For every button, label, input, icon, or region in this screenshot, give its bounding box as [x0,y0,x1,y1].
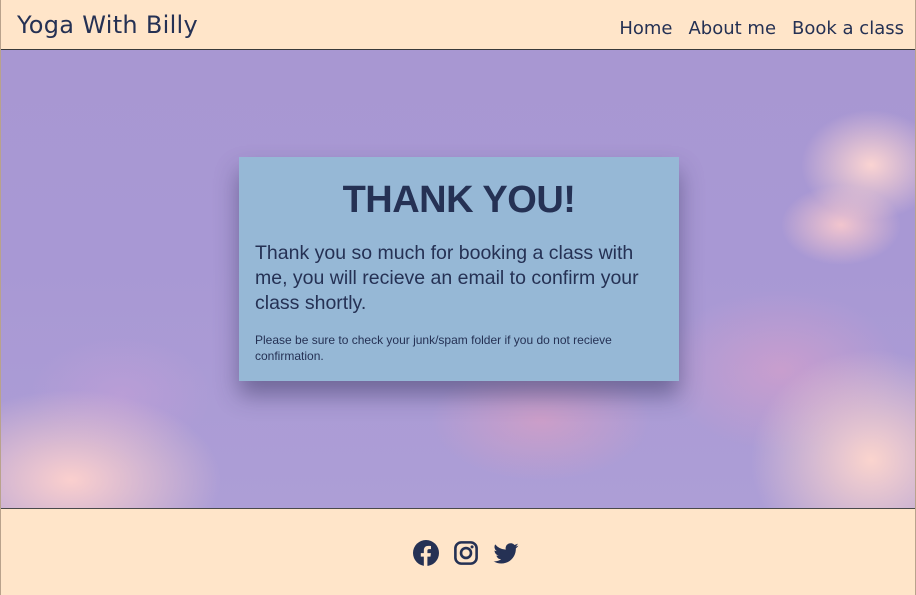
nav-about-me[interactable]: About me [688,18,776,39]
facebook-icon[interactable] [413,540,439,566]
nav-home[interactable]: Home [619,18,672,39]
twitter-icon[interactable] [493,540,519,566]
thank-you-title: THANK YOU! [342,179,576,221]
nav-book-a-class[interactable]: Book a class [792,18,904,39]
instagram-icon[interactable] [453,540,479,566]
thank-you-card: THANK YOU! Thank you so much for booking… [239,157,679,381]
main-nav: Home About me Book a class [619,18,904,39]
social-links [413,540,519,566]
spam-folder-note: Please be sure to check your junk/spam f… [255,333,612,363]
thank-you-message: Thank you so much for booking a class wi… [255,242,639,314]
site-brand[interactable]: Yoga With Billy [17,11,198,39]
site-header: Yoga With Billy Home About me Book a cla… [0,0,916,50]
